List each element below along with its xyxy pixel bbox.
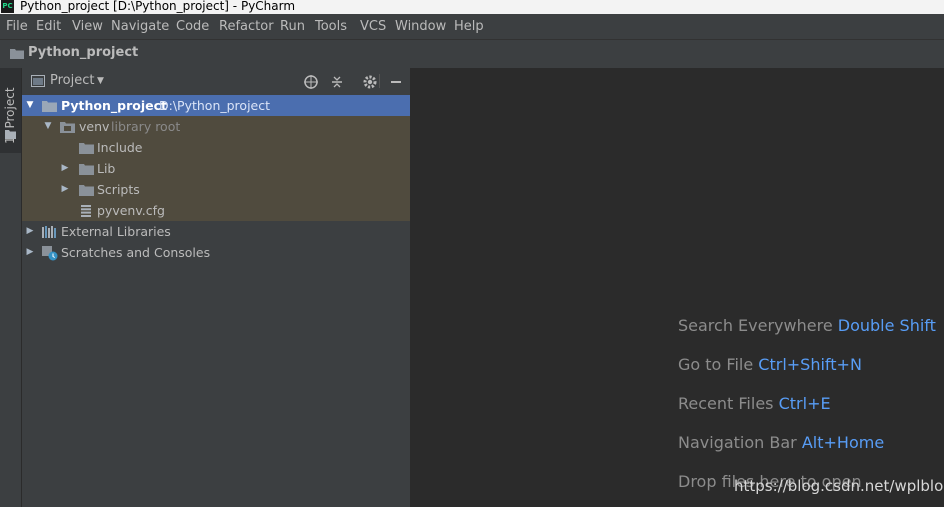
collapse-all-icon[interactable] — [329, 74, 347, 90]
tree-item-lib[interactable]: ▶ Lib — [22, 158, 410, 179]
hide-panel-icon[interactable] — [388, 74, 406, 90]
hint-go-to-file: Go to File Ctrl+Shift+N — [678, 355, 862, 374]
scratches-icon — [42, 246, 58, 261]
tree-item-label: pyvenv.cfg — [97, 203, 165, 218]
left-tool-strip: 1: Project — [0, 68, 22, 507]
view-dropdown-icon[interactable]: ▼ — [97, 76, 104, 86]
expand-arrow-icon[interactable]: ▼ — [25, 95, 35, 116]
tree-item-include[interactable]: Include — [22, 137, 410, 158]
tree-item-scripts[interactable]: ▶ Scripts — [22, 179, 410, 200]
navigation-bar: Python_project — [0, 39, 944, 69]
tree-item-path: D:\Python_project — [159, 98, 271, 113]
menu-navigate[interactable]: Navigate — [111, 19, 169, 34]
tree-item-label: Scripts — [97, 182, 140, 197]
project-view-icon — [31, 75, 45, 87]
watermark-text: https://blog.csdn.net/wplblog — [734, 477, 944, 495]
breadcrumb-project[interactable]: Python_project — [28, 45, 138, 60]
project-panel: Project ▼ ▼ Python_project D:\Python_pro… — [22, 68, 411, 507]
expand-arrow-icon[interactable]: ▶ — [60, 179, 70, 200]
tree-item-venv[interactable]: ▼ venv library root — [22, 116, 410, 137]
tree-item-project-root[interactable]: ▼ Python_project D:\Python_project — [22, 95, 410, 116]
window-title: Python_project [D:\Python_project] - PyC… — [20, 0, 296, 13]
tree-item-pyvenv-cfg[interactable]: pyvenv.cfg — [22, 200, 410, 221]
tree-item-label: Include — [97, 140, 143, 155]
menu-tools[interactable]: Tools — [315, 19, 347, 34]
folder-icon — [5, 130, 16, 139]
tree-item-external-libraries[interactable]: ▶ External Libraries — [22, 221, 410, 242]
editor-empty-area[interactable]: Search Everywhere Double Shift Go to Fil… — [411, 68, 944, 507]
expand-arrow-icon[interactable]: ▼ — [43, 116, 53, 137]
menu-run[interactable]: Run — [280, 19, 305, 34]
expand-arrow-icon[interactable]: ▶ — [25, 242, 35, 263]
library-icon — [42, 226, 56, 238]
folder-icon — [79, 164, 94, 175]
menu-window[interactable]: Window — [395, 19, 446, 34]
tree-item-label: Lib — [97, 161, 116, 176]
folder-icon — [79, 185, 94, 196]
folder-icon — [60, 122, 75, 133]
menu-edit[interactable]: Edit — [36, 19, 61, 34]
menu-vcs[interactable]: VCS — [360, 19, 386, 34]
folder-icon — [10, 49, 24, 59]
expand-arrow-icon[interactable]: ▶ — [25, 221, 35, 242]
window-title-bar: PC Python_project [D:\Python_project] - … — [0, 0, 944, 14]
menu-view[interactable]: View — [72, 19, 103, 34]
menu-refactor[interactable]: Refactor — [219, 19, 274, 34]
hint-shortcut: Ctrl+Shift+N — [758, 355, 862, 374]
gear-icon[interactable] — [362, 74, 380, 90]
tree-item-label: External Libraries — [61, 224, 171, 239]
project-view-title[interactable]: Project — [50, 73, 94, 88]
hint-label: Recent Files — [678, 394, 774, 413]
hint-shortcut: Double Shift — [837, 316, 936, 335]
menu-help[interactable]: Help — [454, 19, 484, 34]
folder-icon — [42, 101, 57, 112]
project-panel-header: Project ▼ — [22, 68, 410, 96]
hint-label: Go to File — [678, 355, 754, 374]
text-file-icon — [81, 205, 91, 217]
hint-navigation-bar: Navigation Bar Alt+Home — [678, 433, 884, 452]
hint-label: Navigation Bar — [678, 433, 797, 452]
hint-search-everywhere: Search Everywhere Double Shift — [678, 316, 936, 335]
tree-item-scratches[interactable]: ▶ Scratches and Consoles — [22, 242, 410, 263]
hint-recent-files: Recent Files Ctrl+E — [678, 394, 831, 413]
pycharm-logo-icon: PC — [1, 0, 14, 13]
tree-item-label: Scratches and Consoles — [61, 245, 211, 260]
tree-item-note: library root — [111, 119, 181, 134]
locate-file-icon[interactable] — [303, 74, 321, 90]
tree-item-label: venv — [79, 119, 110, 134]
project-tool-tab[interactable]: 1: Project — [0, 68, 21, 153]
menu-code[interactable]: Code — [176, 19, 209, 34]
hint-shortcut: Alt+Home — [801, 433, 885, 452]
hint-shortcut: Ctrl+E — [778, 394, 831, 413]
menu-file[interactable]: File — [6, 19, 28, 34]
hint-label: Search Everywhere — [678, 316, 833, 335]
expand-arrow-icon[interactable]: ▶ — [60, 158, 70, 179]
menu-bar: File Edit View Navigate Code Refactor Ru… — [0, 14, 944, 39]
folder-icon — [79, 143, 94, 154]
tree-item-label: Python_project — [61, 98, 167, 113]
